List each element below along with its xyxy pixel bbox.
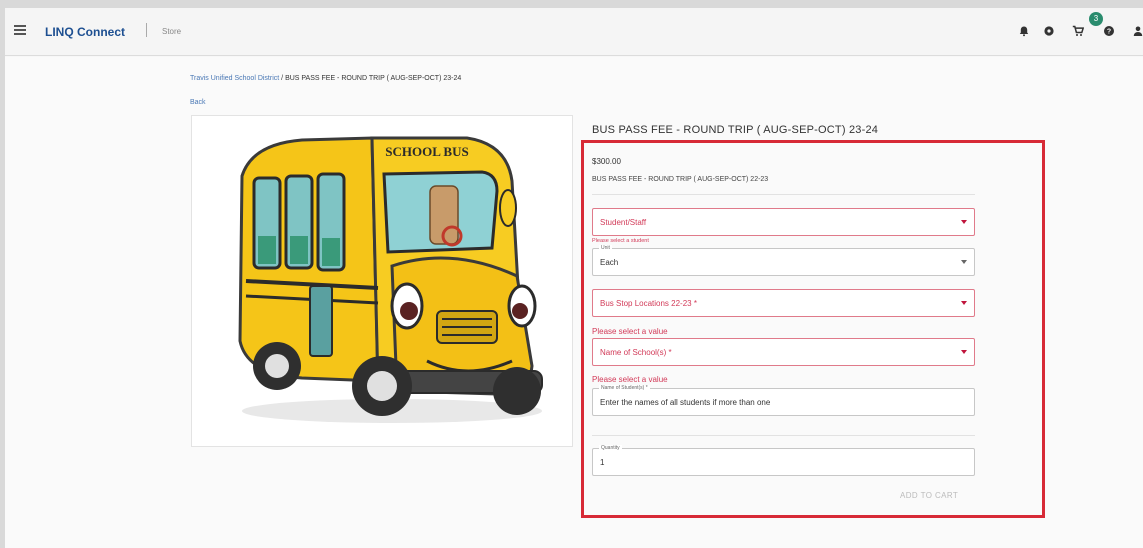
help-icon[interactable]: ? [1103,25,1115,37]
quantity-value: 1 [600,458,605,467]
school-placeholder: Name of School(s) * [600,348,672,357]
cart-icon[interactable] [1072,25,1084,37]
student-names-value: Enter the names of all students if more … [600,398,771,407]
unit-value: Each [600,258,619,267]
svg-text:?: ? [1107,29,1111,36]
student-error: Please select a student [592,238,649,244]
product-image: SCHOOL BUS [191,115,573,447]
settings-icon[interactable] [1043,25,1055,37]
breadcrumb: Travis Unified School District / BUS PAS… [190,75,461,82]
top-bar: LINQ Connect Store 3 ? [5,8,1143,56]
student-names-label: Name of Student(s) * [599,385,650,391]
chevron-down-icon [961,301,967,305]
divider [592,194,975,195]
school-error: Please select a value [592,375,668,384]
student-names-input[interactable]: Name of Student(s) * Enter the names of … [592,385,975,416]
school-select[interactable]: Name of School(s) * [592,338,975,366]
menu-icon[interactable] [14,25,26,35]
user-icon[interactable] [1132,25,1143,37]
product-description: BUS PASS FEE - ROUND TRIP ( AUG-SEP-OCT)… [592,176,769,183]
chevron-down-icon [961,220,967,224]
breadcrumb-parent-link[interactable]: Travis Unified School District [190,75,279,82]
section-title: Store [162,27,182,36]
student-select-placeholder: Student/Staff [600,218,647,227]
back-link[interactable]: Back [190,99,206,106]
unit-select[interactable]: Unit Each [592,245,975,276]
school-bus-illustration: SCHOOL BUS [238,136,543,423]
bell-icon[interactable] [1018,25,1030,37]
quantity-input[interactable]: Quantity 1 [592,445,975,476]
chevron-down-icon [961,350,967,354]
bus-stop-placeholder: Bus Stop Locations 22-23 * [600,299,697,308]
product-price: $300.00 [592,157,621,166]
product-title: BUS PASS FEE - ROUND TRIP ( AUG-SEP-OCT)… [592,124,879,136]
breadcrumb-current: BUS PASS FEE - ROUND TRIP ( AUG-SEP-OCT)… [285,75,462,82]
bus-stop-error: Please select a value [592,327,668,336]
unit-label: Unit [599,245,612,251]
bus-stop-select[interactable]: Bus Stop Locations 22-23 * [592,289,975,317]
bus-sign-text: SCHOOL BUS [385,144,468,159]
student-select[interactable]: Student/Staff [592,208,975,236]
chevron-down-icon [961,260,967,264]
divider [592,435,975,436]
add-to-cart-button[interactable]: ADD TO CART [900,491,958,500]
quantity-label: Quantity [599,445,622,451]
divider [146,23,147,37]
cart-count-badge: 3 [1089,12,1103,26]
app-window: LINQ Connect Store 3 ? Travis Unified Sc… [5,8,1143,548]
brand-logo[interactable]: LINQ Connect [45,25,125,39]
main-content: Travis Unified School District / BUS PAS… [5,57,1143,548]
